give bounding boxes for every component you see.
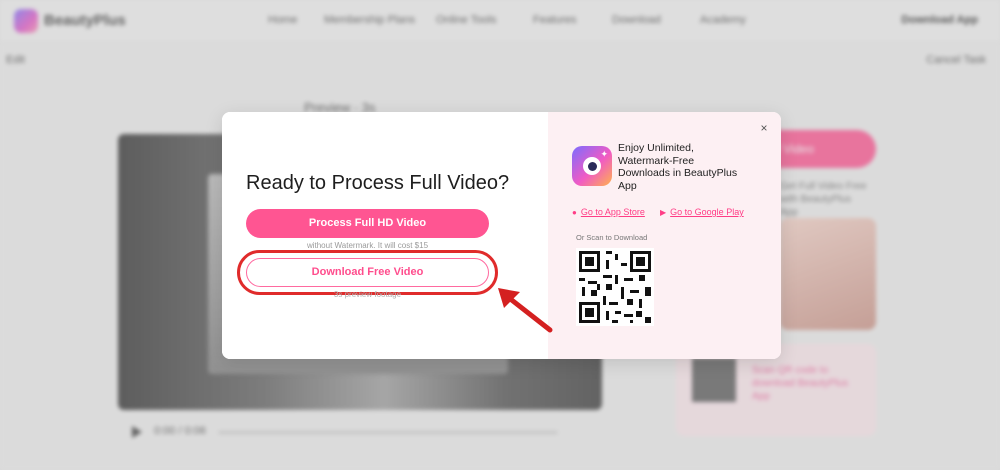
modal-right-panel: × ✦ Enjoy Unlimited, Watermark-Free Down… xyxy=(548,112,781,359)
beautyplus-app-icon: ✦ xyxy=(572,146,612,186)
process-cost-note: without Watermark. It will cost $15 xyxy=(306,241,429,250)
highlight-annotation-ring xyxy=(237,250,498,295)
app-store-label: Go to App Store xyxy=(580,207,645,217)
preview-footage-note: 3s preview footage xyxy=(333,290,402,299)
close-icon[interactable]: × xyxy=(757,121,771,135)
google-play-label: Go to Google Play xyxy=(670,207,744,217)
red-arrow-annotation xyxy=(498,288,553,333)
google-play-link[interactable]: ▶ Go to Google Play xyxy=(660,207,744,217)
promo-text: Enjoy Unlimited, Watermark-Free Download… xyxy=(618,142,738,192)
modal-title: Ready to Process Full Video? xyxy=(246,172,510,194)
scan-label: Or Scan to Download xyxy=(576,233,648,242)
play-icon: ▶ xyxy=(660,208,667,217)
apple-icon: ● xyxy=(572,208,577,217)
process-full-hd-button[interactable]: Process Full HD Video xyxy=(246,209,489,238)
app-store-link[interactable]: ● Go to App Store xyxy=(572,207,645,217)
download-qr-code xyxy=(576,248,654,326)
